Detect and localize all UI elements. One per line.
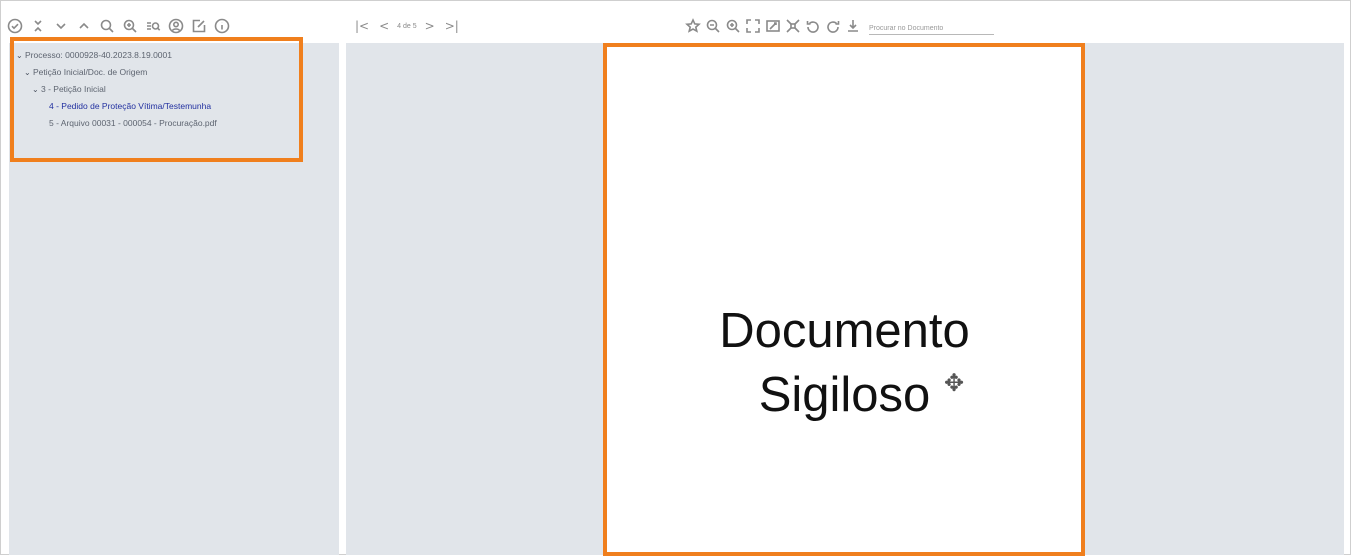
star-icon[interactable] — [683, 14, 703, 38]
list-search-icon[interactable] — [141, 14, 164, 38]
fit-page-icon[interactable] — [783, 14, 803, 38]
page-indicator: 4 de 5 — [397, 22, 417, 30]
tree-toolbar — [3, 13, 233, 39]
document-page: Documento Sigiloso — [607, 46, 1082, 554]
prev-page-button[interactable]: < — [377, 19, 391, 33]
chevron-down-icon: ⌄ — [16, 51, 23, 60]
rotate-left-icon[interactable] — [803, 14, 823, 38]
app-window: |< < 4 de 5 > >| Procurar no Documento ⌄… — [0, 0, 1351, 556]
zoom-out-icon[interactable] — [703, 14, 723, 38]
last-page-button[interactable]: >| — [443, 19, 461, 33]
chevron-down-icon: ⌄ — [24, 68, 31, 77]
tree-item-procuracao[interactable]: 5 - Arquivo 00031 - 000054 - Procuração.… — [16, 115, 217, 132]
page-navigator: |< < 4 de 5 > >| — [353, 15, 461, 37]
rotate-right-icon[interactable] — [823, 14, 843, 38]
user-circle-icon[interactable] — [164, 14, 187, 38]
zoom-in-icon[interactable] — [723, 14, 743, 38]
tree-item-label: 4 - Pedido de Proteção Vítima/Testemunha — [49, 101, 212, 111]
tree-item-pedido-protecao[interactable]: 4 - Pedido de Proteção Vítima/Testemunha — [16, 98, 217, 115]
fullscreen-icon[interactable] — [743, 14, 763, 38]
move-cursor-icon: ✥ — [943, 369, 965, 397]
edit-icon[interactable] — [187, 14, 210, 38]
fit-width-icon[interactable] — [763, 14, 783, 38]
tree-node-peticao-origem[interactable]: ⌄ Petição Inicial/Doc. de Origem — [16, 64, 217, 81]
next-page-button[interactable]: > — [423, 19, 437, 33]
tree-node-label: Processo: 0000928-40.2023.8.19.0001 — [25, 50, 172, 60]
document-title-line2: Sigiloso — [758, 367, 931, 422]
info-icon[interactable] — [210, 14, 233, 38]
chevron-down-icon: ⌄ — [32, 85, 39, 94]
first-page-button[interactable]: |< — [353, 19, 371, 33]
collapse-icon[interactable] — [26, 14, 49, 38]
chevron-down-icon[interactable] — [49, 14, 72, 38]
download-icon[interactable] — [843, 14, 863, 38]
document-title-line1: Documento — [719, 303, 970, 358]
chevron-up-icon[interactable] — [72, 14, 95, 38]
tree-node-peticao-inicial[interactable]: ⌄ 3 - Petição Inicial — [16, 81, 217, 98]
search-icon[interactable] — [95, 14, 118, 38]
check-circle-icon[interactable] — [3, 14, 26, 38]
document-toolbar — [683, 13, 994, 39]
document-search-input[interactable] — [869, 24, 994, 34]
tree-node-processo[interactable]: ⌄ Processo: 0000928-40.2023.8.19.0001 — [16, 47, 217, 64]
document-search — [869, 18, 994, 35]
document-tree: ⌄ Processo: 0000928-40.2023.8.19.0001 ⌄ … — [16, 47, 217, 132]
tree-node-label: 3 - Petição Inicial — [41, 84, 106, 94]
zoom-in-icon[interactable] — [118, 14, 141, 38]
tree-item-label: 5 - Arquivo 00031 - 000054 - Procuração.… — [49, 118, 217, 128]
tree-node-label: Petição Inicial/Doc. de Origem — [33, 67, 148, 77]
